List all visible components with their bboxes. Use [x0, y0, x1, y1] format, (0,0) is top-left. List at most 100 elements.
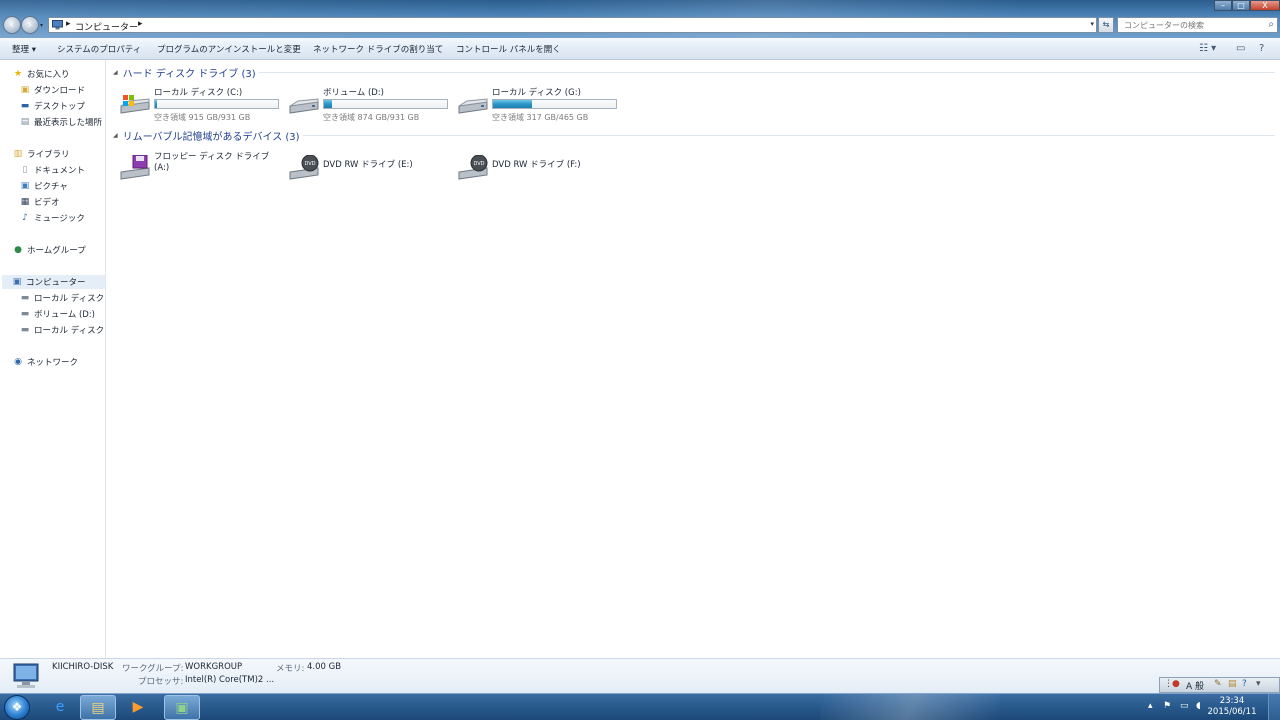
videos-icon: ▦ — [20, 197, 30, 207]
forward-button[interactable]: › — [21, 16, 39, 34]
address-dropdown-icon[interactable]: ▾ — [1090, 20, 1094, 28]
sidebar-item-recent-places[interactable]: ▤ 最近表示した場所 — [20, 115, 102, 129]
start-button[interactable]: ❖ — [4, 695, 30, 720]
breadcrumb-separator[interactable]: ▸ — [138, 19, 143, 29]
sidebar-item-network[interactable]: ◉ ネットワーク — [13, 355, 78, 369]
map-network-drive-button[interactable]: ネットワーク ドライブの割り当て — [313, 43, 443, 55]
sidebar-item-label: ホームグループ — [27, 246, 86, 256]
sidebar-item-desktop[interactable]: ▬ デスクトップ — [20, 99, 85, 113]
breadcrumb-computer[interactable]: コンピューター — [75, 20, 138, 33]
sidebar-item-favorites[interactable]: ★ お気に入り — [13, 67, 70, 81]
ime-help-icon[interactable]: ? — [1242, 679, 1247, 689]
action-center-flag-icon[interactable]: ⚑ — [1163, 701, 1171, 711]
preview-pane-icon[interactable]: ▭ — [1236, 43, 1245, 54]
computer-large-icon — [13, 663, 39, 688]
drive-item-c[interactable]: ローカル ディスク (C:) 空き領域 915 GB/931 GB — [115, 85, 280, 123]
open-control-panel-button[interactable]: コントロール パネルを開く — [456, 43, 561, 55]
volume-icon[interactable]: ◖ — [1196, 701, 1201, 711]
sidebar-item-label: ダウンロード — [34, 86, 86, 96]
ime-tools-icon[interactable]: ✎ — [1214, 679, 1222, 689]
sidebar-item-documents[interactable]: ▯ ドキュメント — [20, 163, 86, 177]
group-header-removable[interactable]: ◢ リムーバブル記憶域があるデバイス (3) — [113, 128, 300, 143]
computer-icon — [52, 20, 63, 30]
processor-value: Intel(R) Core(TM)2 ... — [185, 675, 275, 685]
drive-usage-bar — [323, 99, 448, 109]
sidebar-item-label: ドキュメント — [34, 166, 86, 176]
organize-menu[interactable]: 整理 ▾ — [12, 43, 36, 55]
ime-language-bar[interactable]: ⋮ ● A 般 ✎ ▤ ? ▾ — [1159, 677, 1280, 693]
drive-usage-fill — [493, 100, 533, 108]
command-bar: 整理 ▾ システムのプロパティ プログラムのアンインストールと変更 ネットワーク… — [0, 38, 1280, 60]
breadcrumb-separator[interactable]: ▸ — [66, 19, 71, 29]
sidebar-item-downloads[interactable]: ▣ ダウンロード — [20, 83, 85, 97]
sidebar-item-videos[interactable]: ▦ ビデオ — [20, 195, 60, 209]
sidebar-item-label: ミュージック — [34, 214, 85, 224]
collapse-triangle-icon[interactable]: ◢ — [113, 69, 118, 76]
star-icon: ★ — [13, 69, 23, 79]
device-name: DVD RW ドライブ (F:) — [492, 160, 581, 170]
ime-dictionary-icon[interactable]: ▤ — [1228, 679, 1237, 689]
sidebar-item-label: ボリューム (D:) — [34, 310, 95, 320]
drive-item-d[interactable]: ボリューム (D:) 空き領域 874 GB/931 GB — [284, 85, 449, 123]
sidebar-item-homegroup[interactable]: ● ホームグループ — [13, 243, 86, 257]
drive-free-space: 空き領域 317 GB/465 GB — [492, 113, 589, 122]
sidebar-item-libraries[interactable]: ▥ ライブラリ — [13, 147, 70, 161]
sidebar-item-label: ピクチャ — [34, 182, 68, 192]
sidebar-item-label: ローカル ディスク ( — [34, 294, 106, 304]
device-item-dvd-f[interactable]: DVD DVD RW ドライブ (F:) — [453, 149, 618, 187]
sidebar-item-label: ライブラリ — [27, 150, 70, 160]
drive-name: ローカル ディスク (G:) — [492, 88, 581, 98]
search-box[interactable]: ⌕ — [1117, 17, 1278, 33]
content-pane: ◢ ハード ディスク ドライブ (3) ローカル ディスク (C:) 空き領域 … — [107, 60, 1280, 658]
drive-item-g[interactable]: ローカル ディスク (G:) 空き領域 317 GB/465 GB — [453, 85, 618, 123]
clock-date: 2015/06/11 — [1207, 707, 1257, 717]
change-view-icon[interactable]: ☷ ▾ — [1199, 43, 1216, 54]
ime-options-icon[interactable]: ▾ — [1256, 679, 1261, 689]
computer-window-icon[interactable]: ▣ — [164, 695, 200, 720]
hard-drive-icon: ▬ — [20, 309, 30, 319]
group-divider — [259, 72, 1275, 73]
hard-drive-icon: ▬ — [20, 325, 30, 335]
uninstall-program-button[interactable]: プログラムのアンインストールと変更 — [157, 43, 301, 55]
minimize-button[interactable]: – — [1214, 0, 1232, 11]
help-icon[interactable]: ? — [1259, 43, 1264, 54]
svg-text:DVD: DVD — [473, 161, 484, 167]
drive-usage-fill — [324, 100, 332, 108]
close-button[interactable]: X — [1250, 0, 1280, 11]
device-item-dvd-e[interactable]: DVD DVD RW ドライブ (E:) — [284, 149, 449, 187]
computer-name: KIICHIRO-DISK — [52, 662, 114, 672]
sidebar-item-music[interactable]: ♪ ミュージック — [20, 211, 85, 225]
network-tray-icon[interactable]: ▭ — [1180, 701, 1189, 711]
group-header-hard-disks[interactable]: ◢ ハード ディスク ドライブ (3) — [113, 65, 256, 80]
library-icon: ▥ — [13, 149, 23, 159]
sidebar-item-computer[interactable]: ▣ コンピューター — [2, 275, 105, 289]
maximize-button[interactable]: □ — [1232, 0, 1250, 11]
drive-usage-bar — [492, 99, 617, 109]
device-item-floppy-a[interactable]: フロッピー ディスク ドライブ (A:) — [115, 149, 280, 187]
homegroup-icon: ● — [14, 245, 22, 255]
show-hidden-icons[interactable]: ▴ — [1148, 701, 1153, 711]
sidebar-item-pictures[interactable]: ▣ ピクチャ — [20, 179, 68, 193]
address-bar[interactable]: ▸ コンピューター ▸ ▾ — [48, 17, 1097, 33]
refresh-button[interactable]: ⇆ — [1098, 17, 1114, 33]
internet-explorer-icon[interactable]: e — [42, 695, 78, 720]
back-button[interactable]: ‹ — [3, 16, 21, 34]
system-drive-icon: ▬ — [20, 293, 30, 303]
ime-icon[interactable]: ● — [1172, 679, 1180, 689]
sidebar-item-volume-d[interactable]: ▬ ボリューム (D:) — [20, 307, 95, 321]
show-desktop-button[interactable] — [1268, 694, 1280, 720]
media-player-icon[interactable]: ▶ — [120, 695, 156, 720]
search-icon[interactable]: ⌕ — [1268, 19, 1274, 30]
search-input[interactable] — [1118, 18, 1258, 32]
collapse-triangle-icon[interactable]: ◢ — [113, 132, 118, 139]
system-clock[interactable]: 23:34 2015/06/11 — [1206, 696, 1258, 718]
recent-pages-dropdown[interactable]: ▾ — [40, 22, 43, 29]
input-mode-indicator[interactable]: A 般 — [1186, 679, 1204, 692]
sidebar-item-local-disk-g[interactable]: ▬ ローカル ディスク ( — [20, 323, 105, 337]
hard-drive-icon — [458, 98, 488, 114]
navigation-pane: ★ お気に入り ▣ ダウンロード ▬ デスクトップ ▤ 最近表示した場所 ▥ ラ… — [0, 60, 106, 658]
system-properties-button[interactable]: システムのプロパティ — [57, 43, 141, 55]
explorer-folder-icon[interactable]: ▤ — [80, 695, 116, 720]
sidebar-item-local-disk-c[interactable]: ▬ ローカル ディスク ( — [20, 291, 106, 305]
group-divider — [303, 135, 1275, 136]
